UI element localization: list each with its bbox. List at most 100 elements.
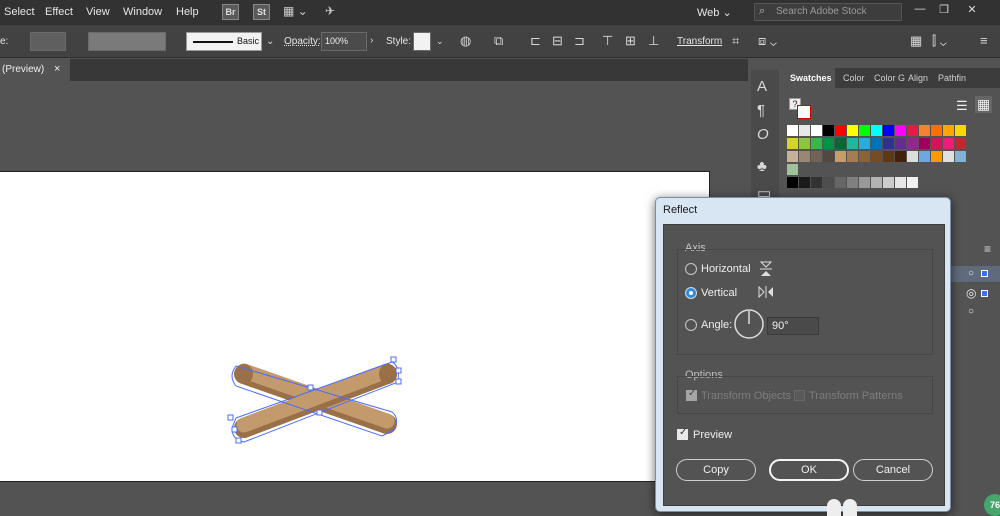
bridge-app-icon[interactable]: Br — [222, 4, 239, 20]
color-swatch[interactable] — [811, 125, 822, 136]
color-swatch[interactable] — [943, 125, 954, 136]
ok-button[interactable]: OK — [769, 459, 849, 481]
horizontal-radio[interactable] — [685, 263, 697, 275]
align-vcenter-icon[interactable]: ⊞ — [625, 33, 636, 49]
menu-select[interactable]: Select — [4, 6, 35, 18]
color-swatch[interactable] — [799, 138, 810, 149]
copy-button[interactable]: Copy — [676, 459, 756, 481]
variable-width-field[interactable] — [88, 32, 166, 51]
color-swatch[interactable] — [787, 164, 798, 175]
stroke-none-swatch[interactable] — [797, 105, 811, 119]
color-swatch[interactable] — [859, 125, 870, 136]
preview-label[interactable]: Preview — [693, 429, 732, 441]
target-circle-icon[interactable]: ○ — [968, 306, 974, 317]
brush-definition-field[interactable]: Basic — [186, 32, 262, 51]
chevron-right-icon[interactable]: › — [370, 35, 373, 46]
angle-radio[interactable] — [685, 319, 697, 331]
minimize-icon[interactable]: — — [910, 3, 930, 19]
color-swatch[interactable] — [907, 177, 918, 188]
color-swatch[interactable] — [895, 125, 906, 136]
color-swatch[interactable] — [907, 151, 918, 162]
graphic-style-swatch[interactable] — [413, 32, 431, 51]
cancel-button[interactable]: Cancel — [853, 459, 933, 481]
color-swatch[interactable] — [883, 138, 894, 149]
color-swatch[interactable] — [823, 177, 834, 188]
transform-link[interactable]: Transform — [677, 36, 722, 47]
search-stock-input[interactable]: ⌕ Search Adobe Stock — [754, 3, 902, 21]
color-swatch[interactable] — [931, 125, 942, 136]
color-swatch[interactable] — [859, 138, 870, 149]
vertical-radio[interactable] — [685, 287, 697, 299]
transform-patterns-checkbox[interactable] — [794, 390, 805, 401]
color-swatch[interactable] — [847, 125, 858, 136]
color-swatch[interactable] — [871, 138, 882, 149]
close-icon[interactable]: ✕ — [962, 3, 982, 19]
color-swatch[interactable] — [919, 151, 930, 162]
horizontal-label[interactable]: Horizontal — [701, 263, 751, 275]
color-swatch[interactable] — [799, 125, 810, 136]
align-hcenter-icon[interactable]: ⊟ — [552, 33, 563, 49]
color-swatch[interactable] — [787, 138, 798, 149]
color-swatch[interactable] — [835, 125, 846, 136]
pathfinder-icon[interactable]: ⧈ ⌄ — [758, 33, 777, 49]
layer-selection-icon[interactable] — [981, 270, 988, 277]
color-swatch[interactable] — [907, 138, 918, 149]
color-swatch[interactable] — [871, 125, 882, 136]
color-swatch[interactable] — [919, 138, 930, 149]
opacity-field[interactable]: 100% — [321, 32, 367, 51]
paragraph-panel-icon[interactable]: ¶ — [757, 102, 765, 119]
color-swatch[interactable] — [883, 125, 894, 136]
character-panel-icon[interactable]: A — [757, 78, 767, 95]
color-swatch[interactable] — [847, 138, 858, 149]
angle-label[interactable]: Angle: — [701, 319, 732, 331]
color-swatch[interactable] — [823, 125, 834, 136]
workspace-switcher[interactable]: Web ⌄ — [697, 6, 732, 19]
tab-color-guide[interactable]: Color G — [874, 73, 905, 83]
color-swatch[interactable] — [811, 151, 822, 162]
color-swatch[interactable] — [823, 151, 834, 162]
tab-align[interactable]: Align — [908, 73, 928, 83]
recolor-artwork-icon[interactable]: ◍ — [460, 33, 471, 49]
opacity-label[interactable]: Opacity: — [284, 36, 321, 47]
menu-help[interactable]: Help — [176, 6, 199, 18]
vertical-label[interactable]: Vertical — [701, 287, 737, 299]
layer-selection-icon[interactable] — [981, 290, 988, 297]
color-swatch[interactable] — [823, 138, 834, 149]
color-swatch[interactable] — [931, 151, 942, 162]
align-bottom-icon[interactable]: ⊥ — [648, 33, 659, 49]
color-swatch[interactable] — [847, 177, 858, 188]
color-swatch[interactable] — [931, 138, 942, 149]
color-swatch[interactable] — [943, 151, 954, 162]
color-swatch[interactable] — [895, 138, 906, 149]
color-swatch[interactable] — [895, 177, 906, 188]
document-tab[interactable]: (Preview) × — [0, 59, 70, 81]
panel-menu-icon[interactable]: ≡ — [984, 242, 991, 256]
color-swatch[interactable] — [871, 151, 882, 162]
thumbnail-view-icon[interactable]: ▦ — [975, 96, 993, 113]
tab-swatches[interactable]: Swatches — [790, 73, 832, 83]
stroke-weight-field[interactable] — [30, 32, 66, 51]
align-top-icon[interactable]: ⊤ — [602, 33, 613, 49]
color-swatch[interactable] — [907, 125, 918, 136]
color-swatch[interactable] — [943, 138, 954, 149]
color-swatch[interactable] — [811, 177, 822, 188]
color-swatch[interactable] — [919, 125, 930, 136]
list-view-icon[interactable]: ☰ — [956, 98, 968, 114]
color-swatch[interactable] — [811, 138, 822, 149]
opentype-panel-icon[interactable]: O — [757, 126, 769, 143]
arrange-documents-icon[interactable]: ▦ ⌄ — [283, 4, 308, 18]
color-swatch[interactable] — [847, 151, 858, 162]
color-swatch[interactable] — [835, 177, 846, 188]
menu-lines-icon[interactable]: ≡ — [980, 33, 988, 48]
angle-dial-icon[interactable] — [733, 308, 765, 340]
panel-menu-icon[interactable]: ⫿ ⌄ — [932, 33, 947, 49]
menu-window[interactable]: Window — [123, 6, 162, 18]
crossed-sticks-artwork[interactable] — [222, 352, 412, 448]
shape-transform-icon[interactable]: ⌗ — [732, 33, 739, 49]
gpu-performance-icon[interactable]: ✈ — [325, 4, 335, 18]
restore-icon[interactable]: ❐ — [934, 3, 954, 19]
isolate-icon[interactable]: ⧉ — [494, 33, 503, 49]
color-swatch[interactable] — [859, 177, 870, 188]
align-right-icon[interactable]: ⊐ — [574, 33, 585, 49]
color-swatch[interactable] — [787, 177, 798, 188]
